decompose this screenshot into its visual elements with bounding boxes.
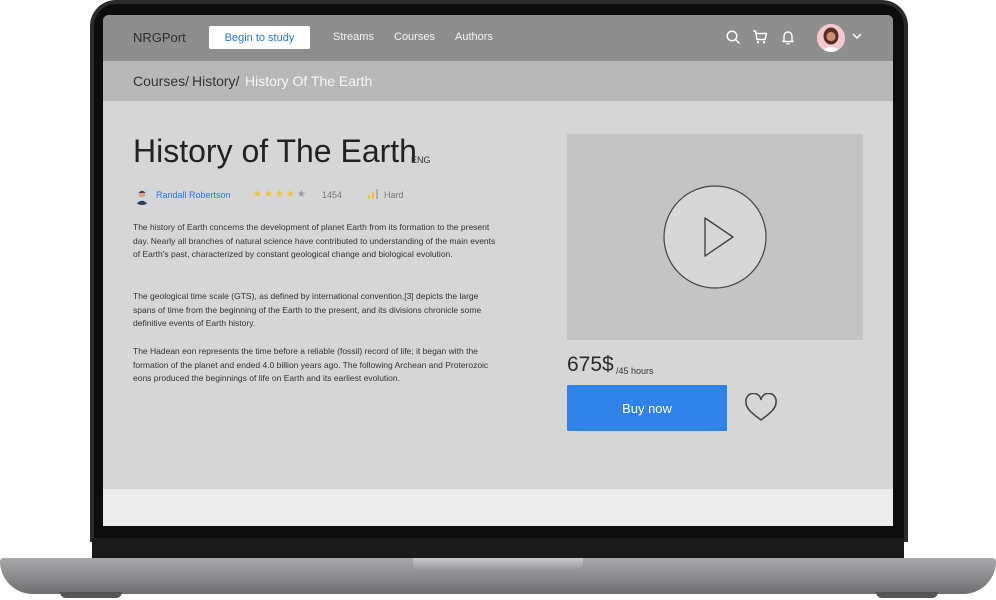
screen: NRGPort Begin to study Streams Courses A… xyxy=(103,15,893,526)
buy-now-button[interactable]: Buy now xyxy=(567,385,727,431)
heart-icon[interactable] xyxy=(744,393,778,423)
star-icon: ★ xyxy=(263,189,275,200)
footer-band xyxy=(103,489,893,526)
nav-link-authors[interactable]: Authors xyxy=(455,31,493,43)
author-avatar[interactable] xyxy=(133,187,151,205)
laptop-foot-left xyxy=(60,592,122,598)
top-navbar: NRGPort Begin to study Streams Courses A… xyxy=(103,15,893,61)
breadcrumb-courses[interactable]: Courses/ xyxy=(133,73,189,89)
description-paragraph: The Hadean eon represents the time befor… xyxy=(133,346,489,384)
author-link[interactable]: Randall Robertson xyxy=(156,190,231,200)
star-icon: ★ xyxy=(253,189,264,200)
video-preview[interactable] xyxy=(567,134,863,340)
course-duration: /45 hours xyxy=(616,366,654,376)
chevron-down-icon[interactable] xyxy=(851,30,863,42)
search-icon[interactable] xyxy=(725,29,741,45)
breadcrumb-history[interactable]: History/ xyxy=(192,73,239,89)
laptop-foot-right xyxy=(876,592,938,598)
user-avatar-image xyxy=(817,24,845,52)
laptop-hinge xyxy=(92,538,904,558)
description-paragraph: The history of Earth concerns the develo… xyxy=(133,222,496,260)
difficulty-level: Hard xyxy=(384,190,404,200)
description-paragraph: The geological time scale (GTS), as defi… xyxy=(133,291,482,329)
course-title: History of The Earth xyxy=(133,133,417,169)
difficulty-bars-icon xyxy=(368,189,378,199)
course-main: History of The Earth ENG Randall Roberts… xyxy=(103,101,893,489)
bell-icon[interactable] xyxy=(780,29,796,45)
user-avatar[interactable] xyxy=(817,24,845,52)
rating-stars: ★★★★★ xyxy=(253,189,308,200)
laptop-notch xyxy=(413,558,583,572)
rating-count: 1454 xyxy=(322,190,343,200)
nav-link-streams[interactable]: Streams xyxy=(333,31,374,43)
breadcrumb-current: History Of The Earth xyxy=(245,73,373,89)
breadcrumb: Courses/ History/ History Of The Earth xyxy=(103,61,893,101)
nav-link-courses[interactable]: Courses xyxy=(394,31,435,43)
course-price: 675$ xyxy=(567,353,614,376)
star-icon: ★ xyxy=(285,189,297,200)
star-icon: ★ xyxy=(274,189,286,200)
star-empty-icon: ★ xyxy=(296,189,308,200)
cart-icon[interactable] xyxy=(752,29,768,45)
author-avatar-image xyxy=(133,187,151,205)
language-badge: ENG xyxy=(411,155,431,165)
play-icon[interactable] xyxy=(663,185,767,289)
begin-to-study-button[interactable]: Begin to study xyxy=(209,26,310,49)
site-logo[interactable]: NRGPort xyxy=(133,30,186,45)
